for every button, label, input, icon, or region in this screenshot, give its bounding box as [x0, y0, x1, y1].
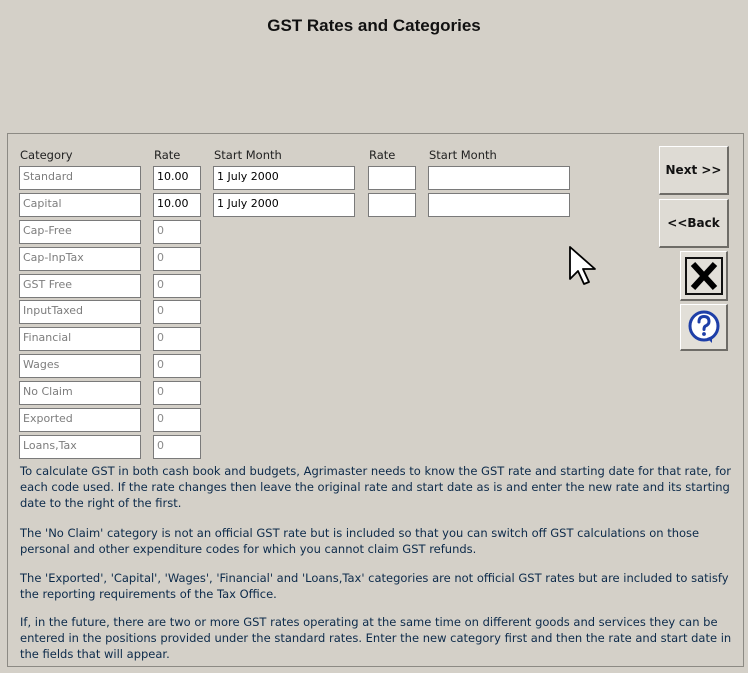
back-button[interactable]: <<Back — [659, 199, 729, 248]
next-button[interactable]: Next >> — [659, 146, 729, 195]
info-paragraph-4: If, in the future, there are two or more… — [20, 615, 732, 661]
rate-field-gst-free[interactable]: 0 — [153, 274, 201, 298]
rate-field-capital[interactable]: 10.00 — [153, 193, 201, 217]
start-month2-header: Start Month — [429, 148, 497, 162]
rate-field-wages[interactable]: 0 — [153, 354, 201, 378]
start-month-header: Start Month — [214, 148, 282, 162]
rate2-header: Rate — [369, 148, 396, 162]
rate-field-cap-free[interactable]: 0 — [153, 220, 201, 244]
category-field-loans-tax[interactable]: Loans,Tax — [19, 435, 141, 459]
rate-field-loans-tax[interactable]: 0 — [153, 435, 201, 459]
page-title: GST Rates and Categories — [267, 16, 481, 35]
category-field-gst-free[interactable]: GST Free — [19, 274, 141, 298]
category-field-cap-free[interactable]: Cap-Free — [19, 220, 141, 244]
mouse-cursor-icon — [569, 246, 596, 285]
rate-field-exported[interactable]: 0 — [153, 408, 201, 432]
start-month2-field-standard[interactable] — [428, 166, 570, 190]
category-field-standard[interactable]: Standard — [19, 166, 141, 190]
rate-header: Rate — [154, 148, 181, 162]
rate-field-cap-inptax[interactable]: 0 — [153, 247, 201, 271]
info-paragraph-3: The 'Exported', 'Capital', 'Wages', 'Fin… — [20, 571, 729, 601]
category-field-no-claim[interactable]: No Claim — [19, 381, 141, 405]
rate-field-financial[interactable]: 0 — [153, 327, 201, 351]
rate-field-inputtaxed[interactable]: 0 — [153, 300, 201, 324]
category-field-wages[interactable]: Wages — [19, 354, 141, 378]
question-mark-icon — [688, 310, 719, 343]
category-field-exported[interactable]: Exported — [19, 408, 141, 432]
category-field-capital[interactable]: Capital — [19, 193, 141, 217]
info-paragraph-2: The 'No Claim' category is not an offici… — [20, 526, 700, 556]
rate-field-standard[interactable]: 10.00 — [153, 166, 201, 190]
help-button[interactable] — [680, 304, 728, 351]
start-month-field-standard[interactable]: 1 July 2000 — [213, 166, 355, 190]
close-button[interactable] — [680, 251, 728, 301]
rate2-field-capital[interactable] — [368, 193, 416, 217]
close-x-icon — [684, 256, 723, 295]
category-field-inputtaxed[interactable]: InputTaxed — [19, 300, 141, 324]
start-month2-field-capital[interactable] — [428, 193, 570, 217]
start-month-field-capital[interactable]: 1 July 2000 — [213, 193, 355, 217]
rate2-field-standard[interactable] — [368, 166, 416, 190]
rate-field-no-claim[interactable]: 0 — [153, 381, 201, 405]
info-paragraph-1: To calculate GST in both cash book and b… — [20, 464, 732, 510]
category-field-financial[interactable]: Financial — [19, 327, 141, 351]
category-header: Category — [20, 148, 73, 162]
category-field-cap-inptax[interactable]: Cap-InpTax — [19, 247, 141, 271]
